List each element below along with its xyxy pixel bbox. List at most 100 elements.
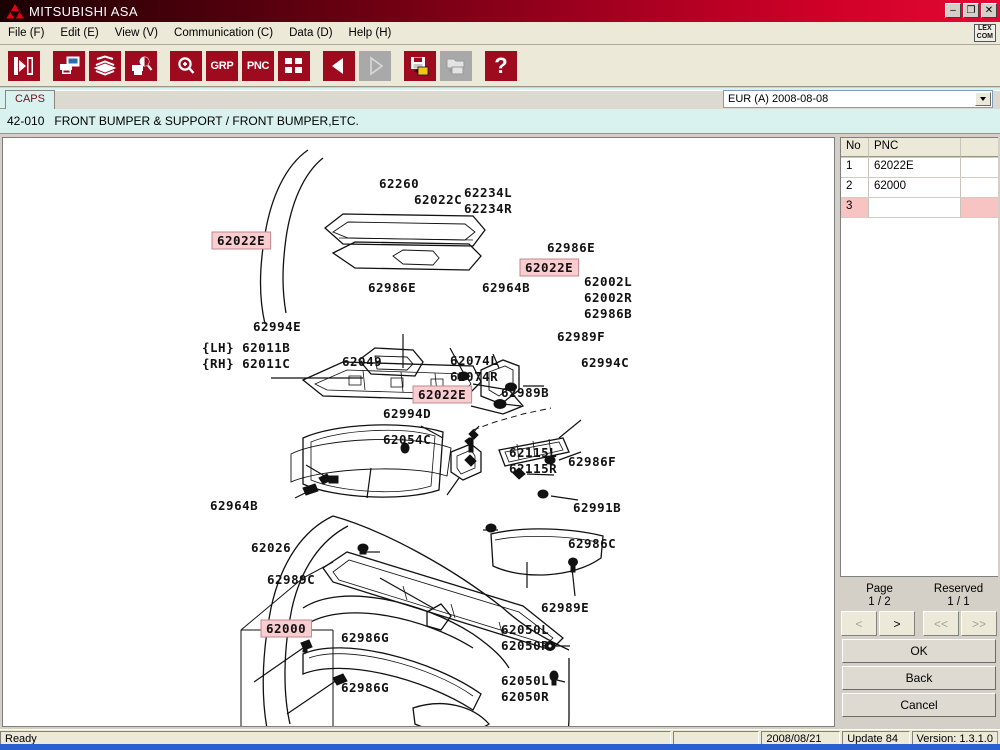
- part-label-text: 62026: [251, 540, 291, 555]
- part-label[interactable]: 62986B: [584, 306, 632, 321]
- market-selector[interactable]: EUR (A) 2008-08-08: [723, 90, 993, 108]
- menu-file[interactable]: File (F): [0, 24, 52, 42]
- part-label[interactable]: 62115L: [509, 445, 557, 460]
- tab-caps[interactable]: CAPS: [5, 90, 55, 109]
- parts-diagram-pane[interactable]: FR 6226062022C62234L62234R62022E62986E62…: [2, 137, 835, 727]
- print-search-button[interactable]: [124, 50, 158, 82]
- minimize-button[interactable]: –: [945, 3, 961, 18]
- pnc-header-no: No: [841, 138, 869, 157]
- part-label[interactable]: {LH} 62011B: [202, 340, 290, 355]
- window-title: MITSUBISHI ASA: [29, 4, 138, 19]
- part-label[interactable]: 62986G: [341, 680, 389, 695]
- part-label-text: 62986E: [547, 240, 595, 255]
- part-label[interactable]: 62989C: [267, 572, 315, 587]
- pnc-row-pnc: 62022E: [869, 158, 961, 177]
- close-button[interactable]: ✕: [981, 3, 997, 18]
- last-page-button[interactable]: >>: [961, 611, 997, 636]
- pnc-header-pnc: PNC: [869, 138, 961, 157]
- part-label[interactable]: 62989B: [501, 385, 549, 400]
- chevron-down-icon[interactable]: [975, 92, 991, 106]
- part-label-text: 62022E: [418, 387, 466, 402]
- menu-edit[interactable]: Edit (E): [52, 24, 106, 42]
- save-order-button[interactable]: [403, 50, 437, 82]
- back-button[interactable]: Back: [842, 666, 996, 690]
- table-row[interactable]: 2 62000: [841, 178, 998, 198]
- part-label[interactable]: 62054C: [383, 432, 431, 447]
- forward-button[interactable]: [358, 50, 392, 82]
- part-label-text: 62022C: [414, 192, 462, 207]
- part-label[interactable]: 62050L: [501, 673, 549, 688]
- part-label-text: 62964B: [210, 498, 258, 513]
- table-row-selected[interactable]: 3: [841, 198, 998, 218]
- part-label[interactable]: 62234L: [464, 185, 512, 200]
- pnc-row-pnc: 62000: [869, 178, 961, 197]
- part-label[interactable]: 62986E: [368, 280, 416, 295]
- part-label[interactable]: 62022E: [520, 259, 579, 276]
- part-label[interactable]: 62022E: [212, 232, 271, 249]
- part-label-text: 62074L: [450, 353, 498, 368]
- help-button[interactable]: ?: [484, 50, 518, 82]
- pnc-table[interactable]: No PNC 1 62022E 2 62000 3: [840, 137, 998, 577]
- part-label[interactable]: 62994E: [253, 319, 301, 334]
- part-label[interactable]: 62050L: [501, 622, 549, 637]
- page-value: 1 / 2: [840, 596, 919, 609]
- pnc-button[interactable]: PNC: [241, 50, 275, 82]
- part-label[interactable]: 62002L: [584, 274, 632, 289]
- ok-button[interactable]: OK: [842, 639, 996, 663]
- part-label-text: 62115R: [509, 461, 557, 476]
- books-button[interactable]: [88, 50, 122, 82]
- part-label[interactable]: 62991B: [573, 500, 621, 515]
- menu-data[interactable]: Data (D): [281, 24, 340, 42]
- part-label[interactable]: 62989F: [557, 329, 605, 344]
- part-label[interactable]: 62022E: [413, 386, 472, 403]
- print-preview-button[interactable]: [52, 50, 86, 82]
- market-selector-value: EUR (A) 2008-08-08: [724, 93, 828, 105]
- part-label[interactable]: 62022C: [414, 192, 462, 207]
- part-label-text: 62050L: [501, 622, 549, 637]
- mitsubishi-three-diamonds-icon: [4, 2, 26, 20]
- table-row[interactable]: 1 62022E: [841, 158, 998, 178]
- part-label[interactable]: 62050R: [501, 689, 549, 704]
- part-label[interactable]: 62994D: [383, 406, 431, 421]
- part-label[interactable]: 62049: [342, 354, 382, 369]
- menu-help[interactable]: Help (H): [341, 24, 400, 42]
- part-label[interactable]: 62074L: [450, 353, 498, 368]
- open-order-button[interactable]: [439, 50, 473, 82]
- part-label[interactable]: 62260: [379, 176, 419, 191]
- part-label[interactable]: 62964B: [482, 280, 530, 295]
- tile-button[interactable]: [277, 50, 311, 82]
- part-label[interactable]: 62026: [251, 540, 291, 555]
- next-page-button[interactable]: >: [879, 611, 915, 636]
- cancel-button[interactable]: Cancel: [842, 693, 996, 717]
- diagram-label-layer: 6226062022C62234L62234R 62022E 62986E 62022…: [202, 176, 632, 704]
- part-label-text: 62022E: [217, 233, 265, 248]
- restore-button[interactable]: ❐: [963, 3, 979, 18]
- back-button[interactable]: [322, 50, 356, 82]
- part-label[interactable]: 62964B: [210, 498, 258, 513]
- menu-communication[interactable]: Communication (C): [166, 24, 281, 42]
- part-label[interactable]: 62074R: [450, 369, 498, 384]
- menu-view[interactable]: View (V): [107, 24, 166, 42]
- part-label[interactable]: 62986C: [568, 536, 616, 551]
- first-page-button[interactable]: <<: [923, 611, 959, 636]
- part-label[interactable]: 62986G: [341, 630, 389, 645]
- part-label[interactable]: 62234R: [464, 201, 512, 216]
- part-label[interactable]: 62986F: [568, 454, 616, 469]
- part-label[interactable]: {RH} 62011C: [202, 356, 290, 371]
- vin-search-button[interactable]: [7, 50, 41, 82]
- group-button[interactable]: GRP: [205, 50, 239, 82]
- pnc-row-extra: [961, 158, 998, 177]
- pnc-row-no: 2: [841, 178, 869, 197]
- part-label-text: {LH} 62011B: [202, 340, 290, 355]
- part-label[interactable]: 62050R: [501, 638, 549, 653]
- pnc-header-extra: [961, 138, 998, 157]
- zoom-button[interactable]: [169, 50, 203, 82]
- prev-page-button[interactable]: <: [841, 611, 877, 636]
- part-label[interactable]: 62986E: [547, 240, 595, 255]
- part-label[interactable]: 62000: [261, 620, 312, 637]
- part-label[interactable]: 62989E: [541, 600, 589, 615]
- part-label[interactable]: 62002R: [584, 290, 632, 305]
- part-label[interactable]: 62994C: [581, 355, 629, 370]
- part-label[interactable]: 62115R: [509, 461, 557, 476]
- pnc-table-header: No PNC: [841, 138, 998, 158]
